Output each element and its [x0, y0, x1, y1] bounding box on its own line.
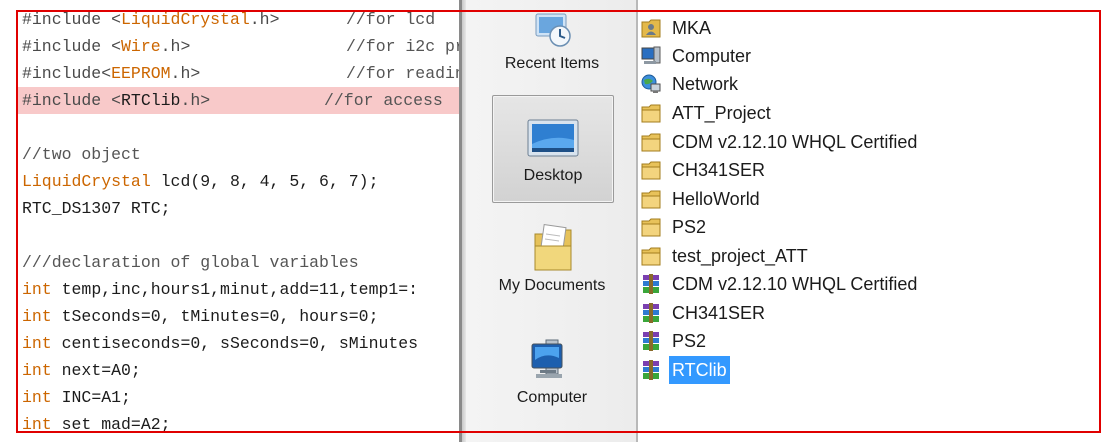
code-line-16[interactable]: int set mad=A2; [22, 411, 171, 438]
desktop-icon [527, 119, 579, 157]
code-include-suffix: .h> [249, 10, 280, 29]
file-name: CH341SER [672, 160, 766, 180]
code-comment: //for i2c pr [346, 37, 460, 56]
computer-icon [531, 339, 563, 378]
code-keyword: int [22, 388, 52, 407]
code-editor[interactable]: #include <LiquidCrystal.h>//for lcd #inc… [0, 0, 460, 442]
places-item-my-documents[interactable]: My Documents [492, 220, 612, 304]
code-line-2[interactable]: #include <Wire.h> //for i2c pr [22, 33, 460, 60]
code-keyword: LiquidCrystal [22, 172, 151, 191]
code-comment: //for access [324, 91, 443, 110]
folder-icon [641, 133, 661, 152]
code-keyword: int [22, 361, 52, 380]
file-name: PS2 [672, 217, 707, 237]
code-text: RTC_DS1307 RTC; [22, 199, 171, 218]
code-include-prefix: #include< [22, 64, 112, 83]
file-name: CDM v2.12.10 WHQL Certified [672, 274, 918, 294]
code-include-prefix: #include < [22, 10, 122, 29]
file-name: Network [672, 74, 739, 94]
code-line-11[interactable]: int temp,inc,hours1,minut,add=11,temp1=: [22, 276, 418, 303]
code-text: INC=A1; [51, 388, 131, 407]
file-name: CDM v2.12.10 WHQL Certified [672, 132, 918, 152]
places-item-desktop[interactable]: Desktop [492, 95, 614, 203]
archive-icon [643, 274, 659, 294]
code-include-suffix: .h> [180, 91, 211, 110]
code-library-name: RTClib [121, 91, 181, 110]
my-documents-icon [534, 224, 572, 271]
file-name: PS2 [672, 331, 707, 351]
archive-icon [643, 303, 659, 323]
code-line-3[interactable]: #include<EEPROM.h> //for reading [22, 60, 460, 87]
code-line-8[interactable]: RTC_DS1307 RTC; [22, 195, 171, 222]
file-name: ATT_Project [672, 103, 771, 123]
code-library-name: LiquidCrystal [121, 10, 250, 29]
file-name: Computer [672, 46, 752, 66]
code-comment: ///declaration of global variables [22, 253, 359, 272]
places-item-computer[interactable]: Computer [492, 332, 612, 418]
recent-items-icon [535, 13, 571, 47]
code-line-13[interactable]: int centiseconds=0, sSeconds=0, sMinutes [22, 330, 418, 357]
code-include-suffix: .h> [170, 64, 201, 83]
code-comment: //for reading [346, 64, 460, 83]
archive-icon [643, 360, 659, 380]
places-item-label: Recent Items [504, 55, 600, 72]
code-keyword: int [22, 280, 52, 299]
code-include-prefix: #include < [22, 37, 122, 56]
code-keyword: int [22, 334, 52, 353]
file-name: MKA [672, 18, 712, 38]
folder-icon [641, 190, 661, 209]
code-line-14[interactable]: int next=A0; [22, 357, 141, 384]
archive-icon [643, 331, 659, 351]
code-include-prefix: #include < [22, 91, 122, 110]
computer-icon [641, 46, 661, 64]
network-icon [641, 74, 661, 93]
file-name: HelloWorld [672, 189, 760, 209]
code-comment: //two object [22, 145, 141, 164]
places-item-recent-items[interactable]: Recent Items [492, 4, 612, 86]
code-text: next=A0; [51, 361, 141, 380]
user-folder-icon [641, 19, 661, 38]
code-line-4-highlighted[interactable]: #include <RTClib.h> //for access [18, 87, 460, 114]
file-name: RTClib [669, 356, 730, 384]
code-text: tSeconds=0, tMinutes=0, hours=0; [51, 307, 379, 326]
folder-icon [641, 104, 661, 123]
code-keyword: int [22, 415, 52, 434]
code-keyword: int [22, 307, 52, 326]
code-line-7[interactable]: LiquidCrystal lcd(9, 8, 4, 5, 6, 7); [22, 168, 378, 195]
code-comment: //for lcd [346, 10, 436, 29]
places-item-label: Desktop [523, 167, 583, 184]
code-text: lcd(9, 8, 4, 5, 6, 7); [150, 172, 379, 191]
file-list: MKA Computer Network ATT_Project CDM v2.… [638, 0, 1111, 442]
file-name: CH341SER [672, 303, 766, 323]
code-line-12[interactable]: int tSeconds=0, tMinutes=0, hours=0; [22, 303, 378, 330]
folder-icon [641, 161, 661, 180]
places-item-label: Computer [516, 389, 588, 406]
file-name: test_project_ATT [672, 246, 808, 266]
code-text: temp,inc,hours1,minut,add=11,temp1=: [51, 280, 419, 299]
code-include-suffix: .h> [160, 37, 191, 56]
code-line-1[interactable]: #include <LiquidCrystal.h> //for lcd [22, 6, 435, 33]
code-line-6[interactable]: //two object [22, 141, 141, 168]
places-sidebar: Recent Items Desktop My Documents Comput… [466, 0, 636, 442]
code-library-name: Wire [121, 37, 161, 56]
code-library-name: EEPROM [111, 64, 171, 83]
code-text: centiseconds=0, sSeconds=0, sMinutes [51, 334, 419, 353]
code-line-10[interactable]: ///declaration of global variables [22, 249, 359, 276]
code-line-15[interactable]: int INC=A1; [22, 384, 131, 411]
folder-icon [641, 218, 661, 237]
places-item-label: My Documents [498, 277, 606, 294]
folder-icon [641, 247, 661, 266]
code-text: set mad=A2; [51, 415, 171, 434]
